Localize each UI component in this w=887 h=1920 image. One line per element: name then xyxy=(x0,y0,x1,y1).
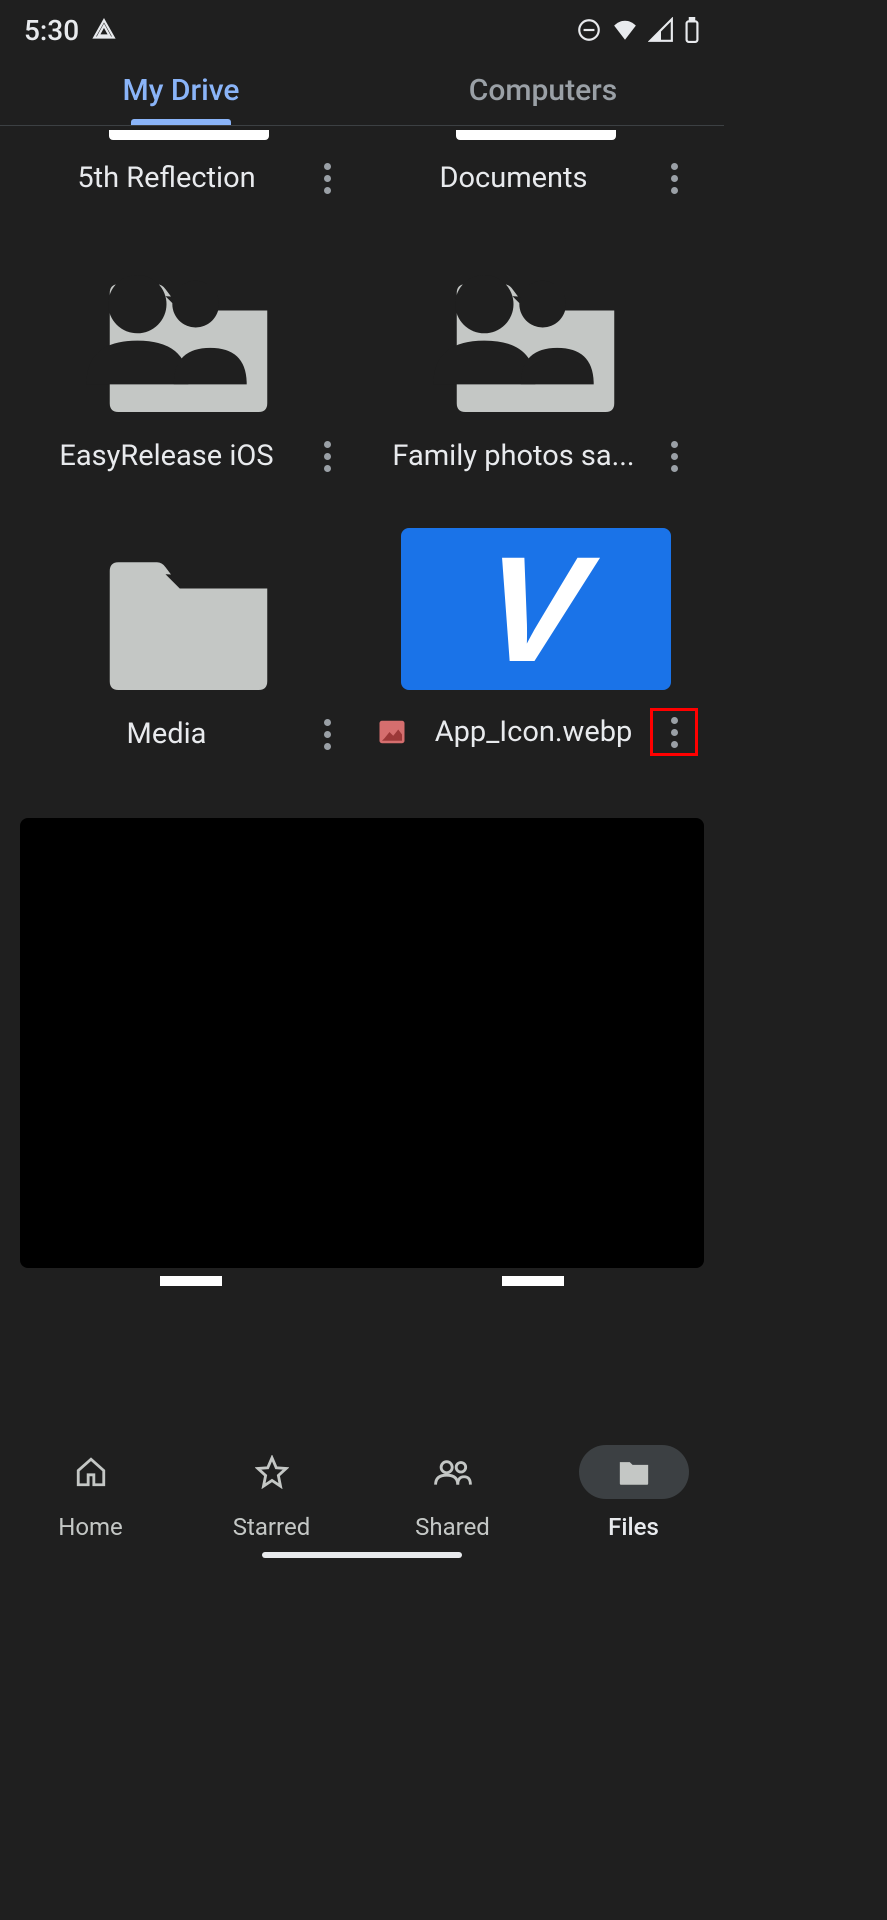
dnd-icon xyxy=(576,17,602,43)
home-indicator[interactable] xyxy=(262,1552,462,1558)
more-options-button[interactable] xyxy=(303,710,351,758)
more-options-button[interactable] xyxy=(303,432,351,480)
folder-icon xyxy=(101,550,276,690)
star-icon xyxy=(255,1455,289,1489)
tab-my-drive[interactable]: My Drive xyxy=(0,56,362,125)
more-options-button[interactable] xyxy=(650,708,698,756)
tab-my-drive-label: My Drive xyxy=(123,73,240,108)
image-thumbnail: V xyxy=(401,528,671,690)
item-label: Media xyxy=(30,716,303,752)
thumb-sliver xyxy=(109,130,269,140)
preview-caption xyxy=(20,1276,704,1286)
image-type-icon xyxy=(377,717,407,747)
item-label: App_Icon.webp xyxy=(417,714,650,750)
people-icon xyxy=(434,1457,472,1487)
venmo-logo: V xyxy=(478,528,593,690)
folder-icon xyxy=(448,272,623,412)
folder-item-documents[interactable]: Documents xyxy=(367,130,704,202)
tab-computers[interactable]: Computers xyxy=(362,56,724,125)
item-label: 5th Reflection xyxy=(30,160,303,196)
folder-icon xyxy=(101,272,276,412)
nav-starred[interactable]: Starred xyxy=(181,1438,362,1548)
nav-files[interactable]: Files xyxy=(543,1438,724,1548)
folder-item-media[interactable]: Media xyxy=(20,510,357,758)
tab-computers-label: Computers xyxy=(469,73,617,108)
file-grid[interactable]: 5th Reflection Documents EasyRelease iOS xyxy=(0,126,724,1438)
nav-label: Home xyxy=(58,1513,123,1541)
nav-label: Files xyxy=(608,1513,659,1541)
file-preview-large[interactable] xyxy=(20,818,704,1268)
battery-icon xyxy=(684,17,700,43)
home-icon xyxy=(74,1455,108,1489)
shared-icon xyxy=(426,256,601,396)
bottom-nav: Home Starred Shared Files xyxy=(0,1438,724,1568)
folder-item-family-photos[interactable]: Family photos sa... xyxy=(367,232,704,480)
status-time: 5:30 xyxy=(24,14,79,47)
more-options-button[interactable] xyxy=(650,154,698,202)
thumb-sliver xyxy=(456,130,616,140)
status-bar: 5:30 xyxy=(0,0,724,56)
item-label: EasyRelease iOS xyxy=(30,438,303,474)
folder-icon xyxy=(617,1457,651,1487)
wifi-icon xyxy=(612,17,638,43)
folder-item-5th-reflection[interactable]: 5th Reflection xyxy=(20,130,357,202)
more-options-button[interactable] xyxy=(650,432,698,480)
nav-label: Starred xyxy=(233,1513,310,1541)
signal-icon xyxy=(648,17,674,43)
file-item-app-icon[interactable]: V App_Icon.webp xyxy=(367,510,704,758)
more-options-button[interactable] xyxy=(303,154,351,202)
app-status-icon xyxy=(91,17,117,43)
folder-item-easyrelease[interactable]: EasyRelease iOS xyxy=(20,232,357,480)
nav-label: Shared xyxy=(415,1513,490,1541)
item-label: Family photos sa... xyxy=(377,438,650,474)
tab-indicator xyxy=(131,119,231,125)
item-label: Documents xyxy=(377,160,650,196)
tabs-bar: My Drive Computers xyxy=(0,56,724,126)
nav-shared[interactable]: Shared xyxy=(362,1438,543,1548)
nav-home[interactable]: Home xyxy=(0,1438,181,1548)
shared-icon xyxy=(79,256,254,396)
